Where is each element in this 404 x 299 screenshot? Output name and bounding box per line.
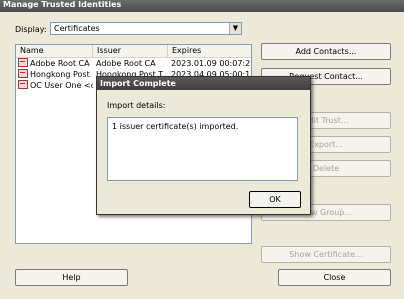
certificate-icon [18,69,28,78]
import-details-label: Import details: [107,101,166,110]
import-details-message: 1 issuer certificate(s) imported. [112,122,239,131]
certificate-icon [18,58,28,67]
manage-trusted-identities-window: Manage Trusted Identities Display: Certi… [0,0,404,299]
import-complete-dialog: Import Complete Import details: 1 issuer… [96,76,311,215]
dialog-title: Import Complete [97,77,310,90]
column-header-issuer[interactable]: Issuer [93,45,168,57]
chevron-down-icon[interactable]: ▼ [229,23,241,34]
column-header-expires[interactable]: Expires [168,45,251,57]
row-issuer: Adobe Root CA [96,59,156,68]
display-select-value: Certificates [54,24,100,33]
list-item[interactable]: Adobe Root CA Adobe Root CA 2023.01.09 0… [16,58,251,69]
window-title: Manage Trusted Identities [0,0,404,12]
close-button[interactable]: Close [278,269,391,286]
certificate-icon [18,80,28,89]
row-name: OC User One <o... [30,81,93,90]
row-name: Hongkong Post ... [30,70,93,79]
list-header: Name Issuer Expires [16,45,251,58]
display-label: Display: [15,25,47,34]
import-details-box: 1 issuer certificate(s) imported. [107,117,298,181]
row-name: Adobe Root CA [30,59,90,68]
column-header-name[interactable]: Name [16,45,93,57]
add-contacts-button[interactable]: Add Contacts... [261,43,391,60]
ok-button[interactable]: OK [249,191,301,208]
help-button[interactable]: Help [15,269,128,286]
show-certificate-button[interactable]: Show Certificate... [261,246,391,263]
display-select[interactable]: Certificates ▼ [50,22,242,35]
row-expires: 2023.01.09 00:07:2... [171,59,251,68]
